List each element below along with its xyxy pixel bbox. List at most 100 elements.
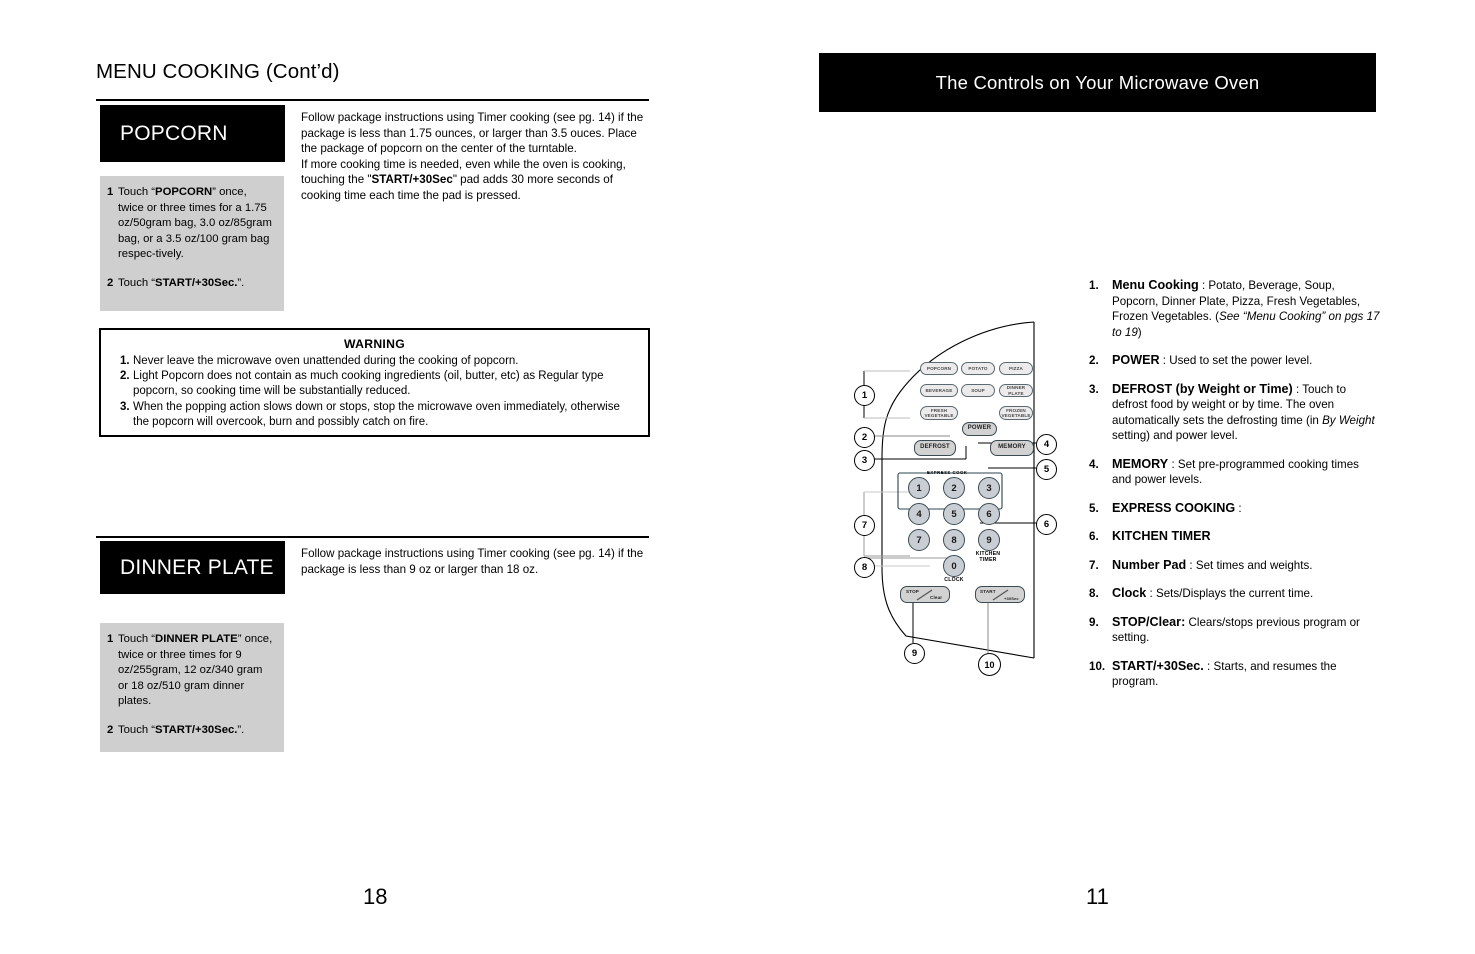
panel-button-pizza[interactable]: PIZZA [999, 362, 1033, 375]
callout-3: 3 [854, 450, 875, 471]
panel-key-3[interactable]: 3 [978, 477, 1000, 499]
panel-key-9[interactable]: 9 [978, 529, 1000, 551]
dinner-plate-step-2-number: 2 [107, 723, 114, 736]
legend-item-6: 6. KITCHEN TIMER [1089, 529, 1381, 545]
panel-button-fresh-vegetable[interactable]: FRESH VEGETABLE [920, 406, 958, 420]
legend-item-sep: : [1292, 382, 1303, 396]
start-label: START [980, 589, 996, 594]
legend-item-term: MEMORY [1112, 456, 1169, 471]
dinner-plate-heading-box: DINNER PLATE [100, 541, 285, 594]
panel-button-defrost[interactable]: DEFROST [914, 440, 956, 456]
legend-item-number: 7. [1089, 558, 1099, 572]
panel-button-memory[interactable]: MEMORY [990, 440, 1034, 456]
warning-item-text: Never leave the microwave oven unattende… [133, 355, 519, 367]
warning-box: WARNING 1. Never leave the microwave ove… [99, 328, 650, 437]
legend-item-term: EXPRESS COOKING [1112, 500, 1236, 515]
control-panel-diagram: POPCORN POTATO PIZZA BEVERAGE SOUP DINNE… [838, 318, 1073, 683]
dinner-plate-step-2-text: Touch “START/+30Sec.”. [118, 723, 245, 736]
legend-item-body: Clock : Sets/Displays the current time. [1112, 586, 1381, 602]
panel-button-beverage[interactable]: BEVERAGE [920, 384, 958, 397]
legend-item-number: 2. [1089, 354, 1099, 367]
legend-item-body: Menu Cooking : Potato, Beverage, Soup, P… [1112, 278, 1381, 340]
dinner-plate-body-text: Follow package instructions using Timer … [301, 546, 649, 577]
popcorn-body-paragraph-1: Follow package instructions using Timer … [301, 111, 644, 156]
legend-item-body: POWER : Used to set the power level. [1112, 353, 1381, 369]
legend-item-term: STOP/Clear: [1112, 614, 1186, 629]
legend-item-number: 9. [1089, 615, 1099, 629]
legend-item-9: 9. STOP/Clear: Clears/stops previous pro… [1089, 615, 1381, 646]
panel-button-frozen-vegetable[interactable]: FROZEN VEGETABLE [999, 406, 1033, 420]
legend-item-body: KITCHEN TIMER [1112, 529, 1381, 545]
divider-middle [96, 536, 649, 539]
panel-key-7[interactable]: 7 [908, 529, 930, 551]
panel-button-power[interactable]: POWER [962, 422, 997, 436]
popcorn-step-2-number: 2 [107, 276, 114, 289]
warning-item: 2. Light Popcorn does not contain as muc… [111, 369, 638, 399]
legend-item-4: 4. MEMORY : Set pre-programmed cooking t… [1089, 457, 1381, 488]
legend-item-number: 8. [1089, 587, 1099, 600]
popcorn-body-paragraph-2: If more cooking time is needed, even whi… [301, 157, 626, 202]
legend-item-10: 10. START/+30Sec. : Starts, and resumes … [1089, 659, 1381, 690]
legend-item-term: POWER [1112, 353, 1160, 367]
legend-item-8: 8. Clock : Sets/Displays the current tim… [1089, 586, 1381, 602]
callout-8: 8 [854, 557, 875, 578]
panel-key-2[interactable]: 2 [943, 477, 965, 499]
panel-button-stop-clear[interactable]: STOP Clear [900, 586, 950, 603]
callout-2: 2 [854, 427, 875, 448]
panel-button-potato[interactable]: POTATO [961, 362, 995, 375]
panel-button-popcorn[interactable]: POPCORN [920, 362, 958, 375]
dinner-plate-step-1-text: Touch “DINNER PLATE” once, twice or thre… [118, 633, 273, 708]
legend-item-number: 1. [1089, 279, 1099, 292]
panel-key-8[interactable]: 8 [943, 529, 965, 551]
legend-item-desc: Set times and weights. [1195, 558, 1313, 572]
popcorn-step-2: 2 Touch “START/+30Sec.”. [107, 276, 275, 292]
legend-item-sep: : [1186, 558, 1196, 572]
left-page: MENU COOKING (Cont’d) POPCORN 1 Touch “P… [0, 0, 737, 954]
legend-item-7: 7. Number Pad : Set times and weights. [1089, 558, 1381, 574]
legend-item-body: MEMORY : Set pre-programmed cooking time… [1112, 457, 1381, 488]
panel-key-6[interactable]: 6 [978, 503, 1000, 525]
panel-button-start-plus30[interactable]: START +30Sec [975, 586, 1025, 603]
page-number-left: 18 [363, 884, 388, 909]
legend-item-tail: ) [1137, 325, 1142, 339]
stop-label: STOP [906, 589, 920, 594]
legend-item-body: START/+30Sec. : Starts, and resumes the … [1112, 659, 1381, 690]
dinner-plate-step-1-number: 1 [107, 633, 114, 645]
popcorn-heading-label: POPCORN [120, 121, 228, 145]
dinner-plate-body-paragraph-1: Follow package instructions using Timer … [301, 547, 644, 576]
legend-item-5: 5. EXPRESS COOKING : [1089, 501, 1381, 517]
dinner-plate-steps-box: 1 Touch “DINNER PLATE” once, twice or th… [100, 623, 284, 752]
controls-header-label: The Controls on Your Microwave Oven [935, 71, 1260, 93]
callout-1: 1 [854, 385, 875, 406]
popcorn-heading-box: POPCORN [100, 105, 285, 162]
popcorn-step-2-text: Touch “START/+30Sec.”. [118, 276, 245, 289]
clear-label: Clear [930, 595, 943, 600]
panel-button-soup[interactable]: SOUP [961, 384, 995, 397]
warning-item-number: 2. [120, 370, 130, 383]
panel-key-5[interactable]: 5 [943, 503, 965, 525]
kitchen-timer-label: KITCHEN TIMER [975, 551, 1001, 564]
legend-item-term: Clock [1112, 586, 1147, 600]
panel-key-1[interactable]: 1 [908, 477, 930, 499]
legend-item-1: 1. Menu Cooking : Potato, Beverage, Soup… [1089, 278, 1381, 340]
panel-key-0[interactable]: 0 [943, 555, 965, 577]
panel-key-4[interactable]: 4 [908, 503, 930, 525]
legend-item-sep: : [1159, 354, 1170, 367]
popcorn-body-text: Follow package instructions using Timer … [301, 110, 649, 204]
dinner-plate-heading-label: DINNER PLATE [120, 555, 274, 579]
warning-item-number: 1. [120, 355, 130, 367]
panel-button-dinner-plate[interactable]: DINNER PLATE [999, 384, 1033, 397]
legend-item-italic: By Weight [1322, 413, 1375, 427]
legend-item-sep: : [1168, 457, 1178, 471]
express-cook-label: EXPRESS COOK [927, 470, 968, 475]
legend-item-term: Number Pad [1112, 557, 1187, 572]
callout-5: 5 [1036, 459, 1057, 480]
legend-item-number: 3. [1089, 382, 1099, 396]
legend-item-number: 4. [1089, 457, 1099, 471]
dinner-plate-step-1: 1 Touch “DINNER PLATE” once, twice or th… [107, 632, 275, 710]
warning-item: 3. When the popping action slows down or… [111, 400, 638, 430]
page-number-right: 11 [1086, 884, 1109, 909]
legend-item-3: 3. DEFROST (by Weight or Time) : Touch t… [1089, 382, 1381, 444]
